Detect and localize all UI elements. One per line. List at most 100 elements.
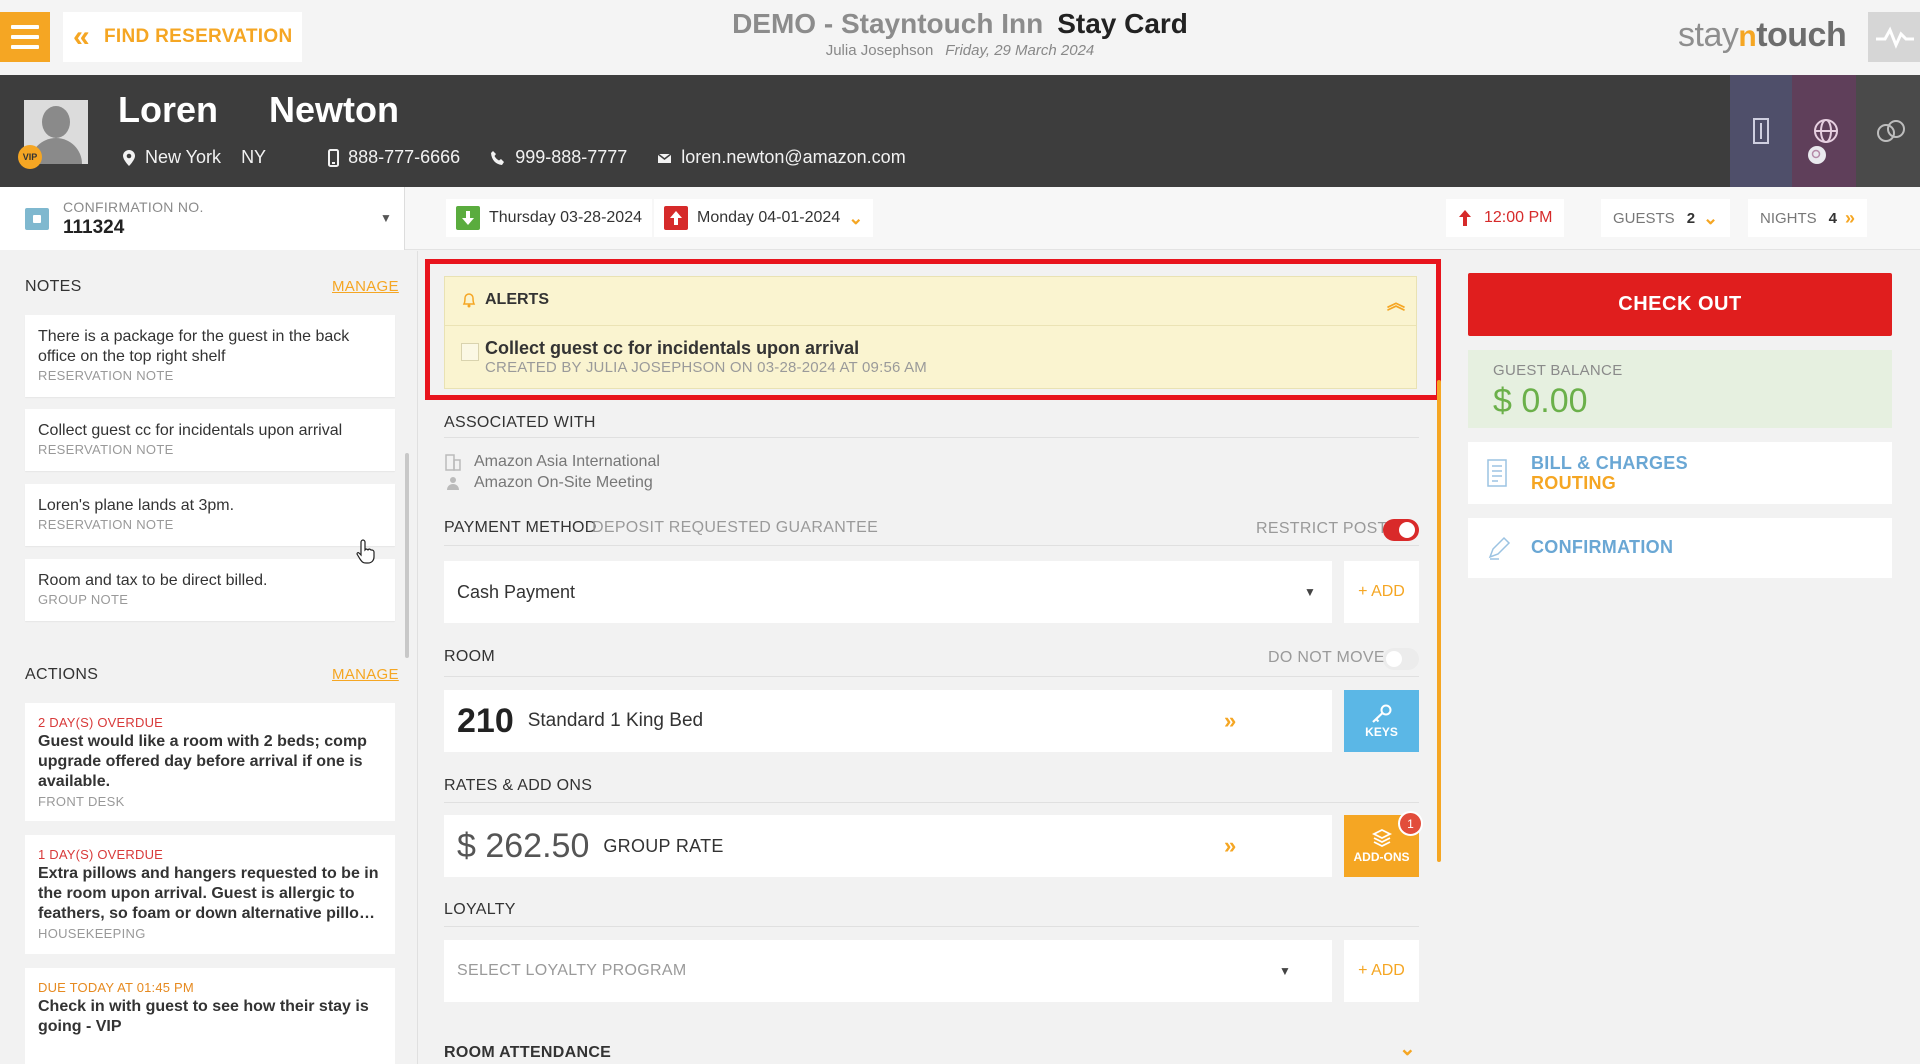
note-card[interactable]: Room and tax to be direct billed. GROUP …	[25, 559, 395, 621]
alert-text: Collect guest cc for incidentals upon ar…	[485, 338, 860, 358]
guest-balance-value: $ 0.00	[1493, 382, 1588, 420]
note-card[interactable]: Loren's plane lands at 3pm. RESERVATION …	[25, 484, 395, 546]
loyalty-heading: LOYALTY	[444, 901, 516, 918]
chevron-down-double-icon[interactable]: ⌄	[1399, 1036, 1416, 1061]
guest-balance-panel: GUEST BALANCE $ 0.00	[1468, 350, 1892, 428]
action-card[interactable]: 2 DAY(S) OVERDUE Guest would like a room…	[25, 703, 395, 821]
rings-button[interactable]	[1856, 75, 1920, 187]
left-scrollbar[interactable]	[405, 453, 409, 658]
building-button[interactable]	[1730, 75, 1792, 187]
guest-balance-label: GUEST BALANCE	[1493, 362, 1623, 379]
payment-method-heading: PAYMENT METHOD	[444, 519, 597, 536]
rate-name: GROUP RATE	[603, 835, 724, 856]
guests-count-selector[interactable]: GUESTS 2 ⌄	[1601, 199, 1731, 237]
vip-badge: VIP	[18, 145, 42, 169]
chevron-right-double-icon: »	[1224, 833, 1237, 858]
guest-first-name[interactable]: Loren	[118, 89, 218, 131]
envelope-icon	[657, 152, 672, 163]
room-heading: ROOM	[444, 648, 495, 665]
up-arrow-icon	[1459, 210, 1471, 226]
restrict-post-label: RESTRICT POST	[1256, 520, 1388, 537]
chevron-right-double-icon: »	[1845, 207, 1856, 228]
notes-manage-link[interactable]: MANAGE	[332, 278, 399, 295]
associated-company[interactable]: Amazon Asia International	[444, 451, 660, 472]
guest-last-name[interactable]: Newton	[269, 89, 399, 131]
do-not-move-label: DO NOT MOVE	[1268, 649, 1385, 666]
guest-mobile[interactable]: 888-777-6666	[328, 147, 460, 168]
rate-selector[interactable]: $ 262.50 GROUP RATE »	[444, 815, 1332, 877]
add-ons-count-badge: 1	[1398, 811, 1423, 836]
user-name: Julia Josephson	[825, 42, 934, 59]
action-card[interactable]: DUE TODAY AT 01:45 PM Check in with gues…	[25, 968, 395, 1064]
note-card[interactable]: Collect guest cc for incidentals upon ar…	[25, 409, 395, 471]
pen-icon	[1488, 536, 1511, 560]
center-scrollbar[interactable]	[1437, 380, 1441, 862]
routing-label: ROUTING	[1531, 473, 1617, 493]
mobile-phone-icon	[328, 148, 340, 167]
building-icon	[1753, 118, 1769, 144]
note-card[interactable]: There is a package for the guest in the …	[25, 315, 395, 397]
nights-count-selector[interactable]: NIGHTS 4 »	[1748, 199, 1868, 237]
stayntouch-logo: stayntouch	[1678, 16, 1847, 54]
departure-date[interactable]: Monday 04-01-2024 ⌄	[654, 199, 874, 237]
check-out-button[interactable]: CHECK OUT	[1468, 273, 1892, 336]
add-payment-button[interactable]: + ADD	[1344, 561, 1419, 623]
associated-group[interactable]: Amazon On-Site Meeting	[444, 472, 660, 493]
room-selector[interactable]: 210 Standard 1 King Bed »	[444, 690, 1332, 752]
activity-pulse-button[interactable]	[1868, 12, 1920, 62]
guest-location: New York NY	[122, 147, 266, 168]
confirmation-icon	[25, 208, 49, 230]
location-pin-icon	[123, 149, 135, 166]
actions-manage-link[interactable]: MANAGE	[332, 666, 399, 683]
add-loyalty-button[interactable]: + ADD	[1344, 940, 1419, 1002]
alert-meta: CREATED BY JULIA JOSEPHSON ON 03-28-2024…	[485, 359, 927, 376]
caret-down-icon: ▼	[380, 211, 392, 225]
notes-heading: NOTES	[25, 278, 82, 295]
alerts-panel: ALERTS ︽ Collect guest cc for incidental…	[444, 276, 1417, 389]
chevron-up-double-icon[interactable]: ︽	[1387, 289, 1405, 315]
confirmation-link-label: CONFIRMATION	[1531, 537, 1674, 557]
arrival-date[interactable]: Thursday 03-28-2024	[446, 199, 652, 237]
departure-arrow-icon	[664, 206, 688, 230]
stack-icon	[1371, 828, 1392, 848]
bill-charges-label: BILL & CHARGES	[1531, 453, 1688, 473]
confirmation-label: CONFIRMATION NO.	[63, 199, 204, 215]
rates-heading: RATES & ADD ONS	[444, 777, 593, 794]
associated-list: Amazon Asia International Amazon On-Site…	[444, 451, 660, 493]
guest-city: New York	[145, 147, 222, 167]
guest-phone[interactable]: 999-888-7777	[490, 147, 627, 168]
hand-cursor-icon	[356, 539, 375, 564]
guest-state: NY	[241, 147, 267, 167]
pulse-icon	[1876, 26, 1914, 49]
bill-icon	[1487, 459, 1507, 487]
alert-checkbox[interactable]	[461, 343, 479, 361]
departure-time[interactable]: 12:00 PM	[1446, 199, 1565, 237]
caret-down-icon: ▼	[1279, 964, 1291, 978]
confirmation-selector[interactable]: CONFIRMATION NO. 111324 ▼	[0, 187, 405, 250]
guests-count: 2	[1686, 209, 1696, 227]
do-not-move-toggle[interactable]	[1383, 648, 1419, 670]
keys-button[interactable]: KEYS	[1344, 690, 1419, 752]
loyalty-program-select[interactable]: SELECT LOYALTY PROGRAM ▼	[444, 940, 1332, 1002]
room-number: 210	[457, 701, 514, 740]
payment-method-select[interactable]: Cash Payment ▼	[444, 561, 1332, 623]
confirmation-link[interactable]: CONFIRMATION	[1468, 518, 1892, 578]
alert-bell-icon	[462, 293, 476, 308]
hotel-name: DEMO - Stayntouch Inn	[732, 8, 1044, 39]
action-card[interactable]: 1 DAY(S) OVERDUE Extra pillows and hange…	[25, 835, 395, 954]
page-title-block: DEMO - Stayntouch Inn Stay Card Julia Jos…	[0, 8, 1920, 59]
caret-down-icon: ▼	[1304, 585, 1316, 599]
bill-charges-routing-link[interactable]: BILL & CHARGES ROUTING	[1468, 442, 1892, 504]
chevron-down-double-icon: ⌄	[1703, 207, 1719, 228]
guest-email[interactable]: loren.newton@amazon.com	[657, 147, 906, 168]
guest-header-actions	[1730, 75, 1920, 187]
key-icon	[1371, 704, 1391, 723]
arrival-arrow-icon	[456, 206, 480, 230]
room-type: Standard 1 King Bed	[527, 710, 704, 731]
globe-search-button[interactable]	[1792, 75, 1856, 187]
restrict-post-toggle[interactable]	[1383, 519, 1419, 541]
payment-guarantee-type: DEPOSIT REQUESTED GUARANTEE	[592, 519, 879, 536]
phone-icon	[491, 150, 505, 165]
group-icon	[447, 476, 459, 490]
rate-amount: $ 262.50	[457, 826, 590, 865]
